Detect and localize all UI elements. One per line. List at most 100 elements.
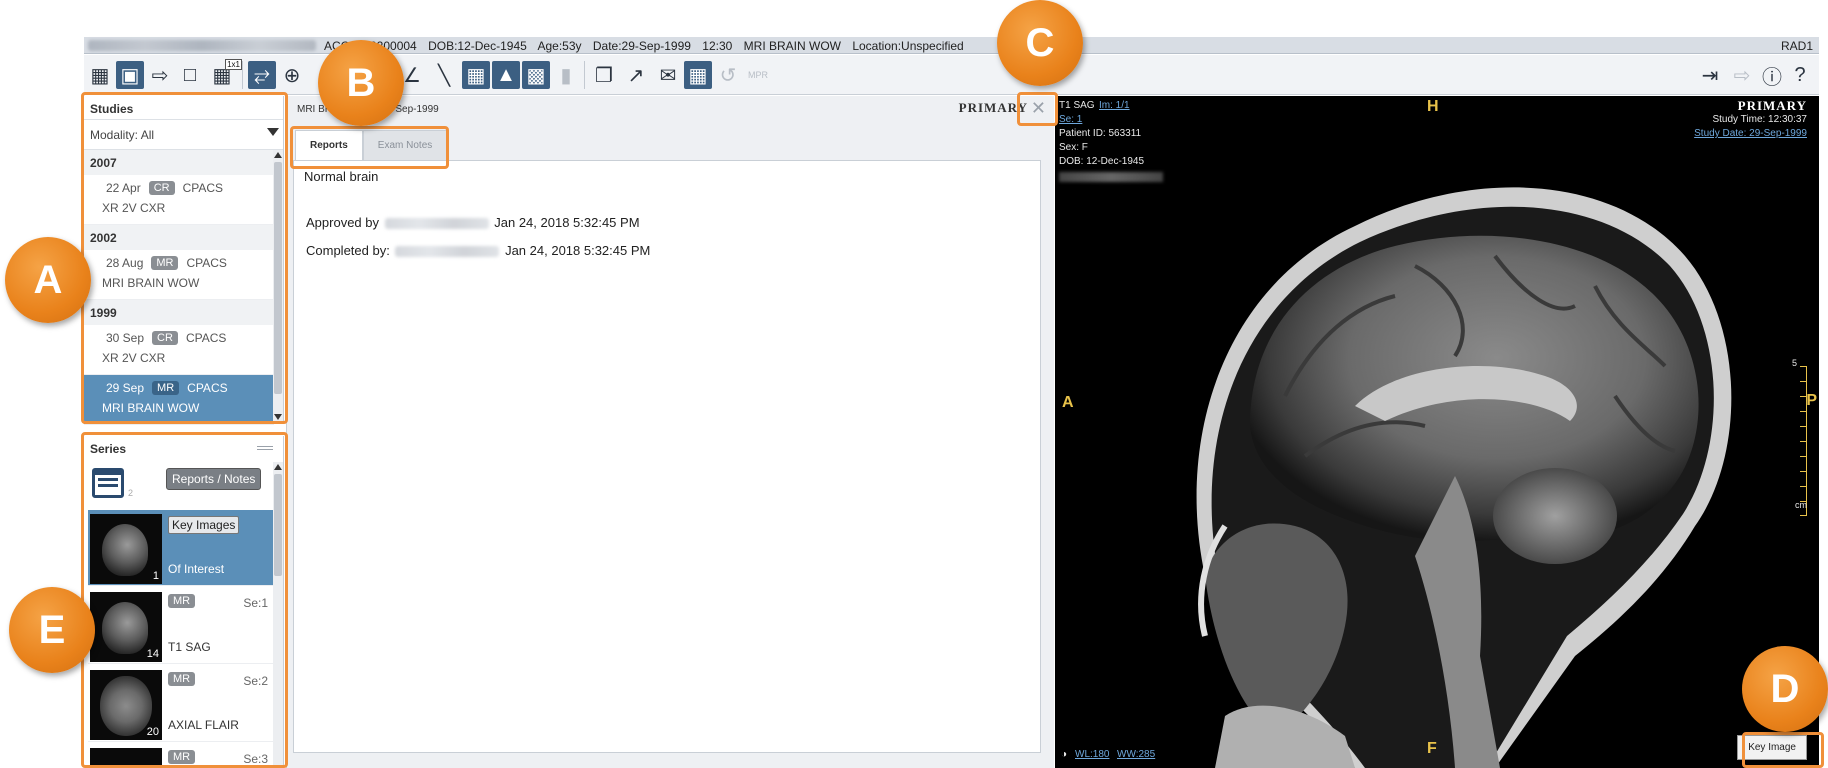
scroll-tool-icon[interactable]: ⥂ [248,61,276,89]
modality-badge: MR [168,750,196,764]
filter-icon[interactable] [267,128,279,136]
series-thumbnail: 14 [90,592,162,662]
callout-e: E [9,587,95,673]
key-image-button[interactable]: Key Image [1737,735,1807,760]
mpr-3d-icon[interactable]: MPR [744,61,772,89]
grid-layout-icon[interactable]: ▦ 1x1 [208,59,242,89]
series-description: T1 SAG [1059,100,1095,111]
study-location: Location:Unspecified [852,39,964,53]
completed-label: Completed by: [306,243,390,258]
scroll-up-icon[interactable] [274,152,282,158]
series-thumbnail: 20 [90,670,162,740]
study-item-selected[interactable]: 29 Sep MR CPACS MRI BRAIN WOW [84,375,274,425]
scroll-thumb[interactable] [274,162,282,394]
modality-badge: MR [151,256,179,270]
copy-icon[interactable]: ❐ [590,61,618,89]
send-icon[interactable]: ⇨ [1728,61,1756,89]
window-width[interactable]: WW:285 [1117,749,1155,760]
studies-scrollbar[interactable] [273,150,283,422]
callout-c: C [997,0,1083,86]
series-scrollbar[interactable] [273,462,283,768]
report-count: 2 [128,488,134,498]
modality-filter[interactable]: Modality: All [84,120,283,150]
worklist-icon[interactable]: ▦ [86,61,114,89]
close-icon[interactable]: ✕ [1031,98,1046,119]
callout-d: D [1742,646,1828,732]
series-desc: T1 SAG [168,640,211,654]
viewer-study-time: Study Time: 12:30:37 [1712,114,1807,125]
scroll-up-icon[interactable] [274,464,282,470]
calendar-icon[interactable] [92,468,124,498]
toolbar-divider [242,61,243,89]
scale-value: 5 [1791,358,1797,368]
ruler-scale [1799,366,1807,516]
crosshair-icon[interactable]: ▦ [462,61,490,89]
viewer-study-date[interactable]: Study Date: 29-Sep-1999 [1694,128,1807,139]
undo-icon[interactable]: ↺ [714,61,742,89]
single-viewport-icon[interactable]: □ [176,61,204,89]
bookmark-icon[interactable]: ▮ [552,61,580,89]
study-item[interactable]: 30 Sep CR CPACS XR 2V CXR [84,325,274,375]
zoom-tool-icon[interactable]: ⊕ [278,61,306,89]
modality-badge: CR [152,331,178,345]
scroll-down-icon[interactable] [274,414,282,420]
reports-notes-button[interactable]: Reports / Notes [166,468,262,490]
study-source: CPACS [185,331,227,345]
help-icon[interactable]: ? [1786,61,1814,89]
series-item[interactable]: 20 MR Se:2 AXIAL FLAIR [88,666,274,742]
redacted-patient-name [88,40,316,51]
mri-sagittal-image [1196,187,1732,768]
annotation-icon[interactable]: ▩ [522,61,550,89]
study-date: 28 Aug [106,256,144,270]
study-item[interactable]: 22 Apr CR CPACS XR 2V CXR [84,175,274,225]
layout-badge: 1x1 [225,59,242,70]
series-desc: Of Interest [168,562,225,576]
viewer-primary-label: PRIMARY [1737,98,1807,113]
series-item[interactable]: MR Se:3 [88,744,274,768]
report-text: Normal brain [304,169,379,184]
export-icon[interactable]: ↗ [622,61,650,89]
tab-exam-notes[interactable]: Exam Notes [362,130,448,160]
year-header: 2007 [84,150,274,175]
redacted-completer [395,246,500,258]
study-item[interactable]: 28 Aug MR CPACS MRI BRAIN WOW [84,250,274,300]
info-icon[interactable]: ⓘ [1758,61,1786,89]
report-body: Normal brain Approved by Jan 24, 2018 5:… [293,160,1041,753]
series-number: Se:1 [243,596,268,610]
series-panel: Series 2 Reports / Notes 1 Key Images Of… [84,436,284,768]
series-number[interactable]: Se: 1 [1059,114,1082,125]
modality-badge: MR [152,381,180,395]
patient-id: Patient ID: 563311 [1059,128,1142,139]
series-menu-icon[interactable] [257,446,273,447]
report-header: MRI BRAIN WOW 29-Sep-1999 [297,104,439,115]
sync-icon[interactable]: ▲ [492,61,520,89]
image-count: 20 [146,726,159,738]
redacted-approver [384,218,489,230]
logout-icon[interactable]: ⇥ [1696,61,1724,89]
layout-view-icon[interactable]: ▣ [116,61,144,89]
series-item-key-images[interactable]: 1 Key Images Of Interest [88,510,274,586]
report-primary-label: PRIMARY [958,100,1028,115]
image-number[interactable]: Im: 1/1 [1099,100,1130,111]
link-series-icon[interactable]: ⇨ [146,61,174,89]
measure-line-icon[interactable]: ╲ [430,61,458,89]
patient-age: Age:53y [537,39,582,53]
study-date: 22 Apr [106,181,141,195]
scroll-thumb[interactable] [274,474,282,576]
patient-info-text: ACC:GE0200004 DOB:12-Dec-1945 Age:53y Da… [324,39,972,53]
window-level[interactable]: WL:180 [1075,749,1109,760]
redacted-patient-name [1059,172,1163,182]
approved-line: Approved by Jan 24, 2018 5:32:45 PM [306,215,640,230]
series-thumbnail [90,748,162,768]
study-time: 12:30 [702,39,733,53]
reports-calendar-icon[interactable]: ▦ [684,61,712,89]
modality-filter-label: Modality: All [90,128,155,142]
series-number: Se:2 [243,674,268,688]
series-item[interactable]: 14 MR Se:1 T1 SAG [88,588,274,664]
callout-a: A [5,237,91,323]
tab-reports[interactable]: Reports [295,130,363,160]
study-source: CPACS [182,181,224,195]
mail-icon[interactable]: ✉ [654,61,682,89]
image-viewport[interactable]: T1 SAG Im: 1/1 Se: 1 Patient ID: 563311 … [1055,96,1819,768]
thumbnail-image [102,602,148,654]
